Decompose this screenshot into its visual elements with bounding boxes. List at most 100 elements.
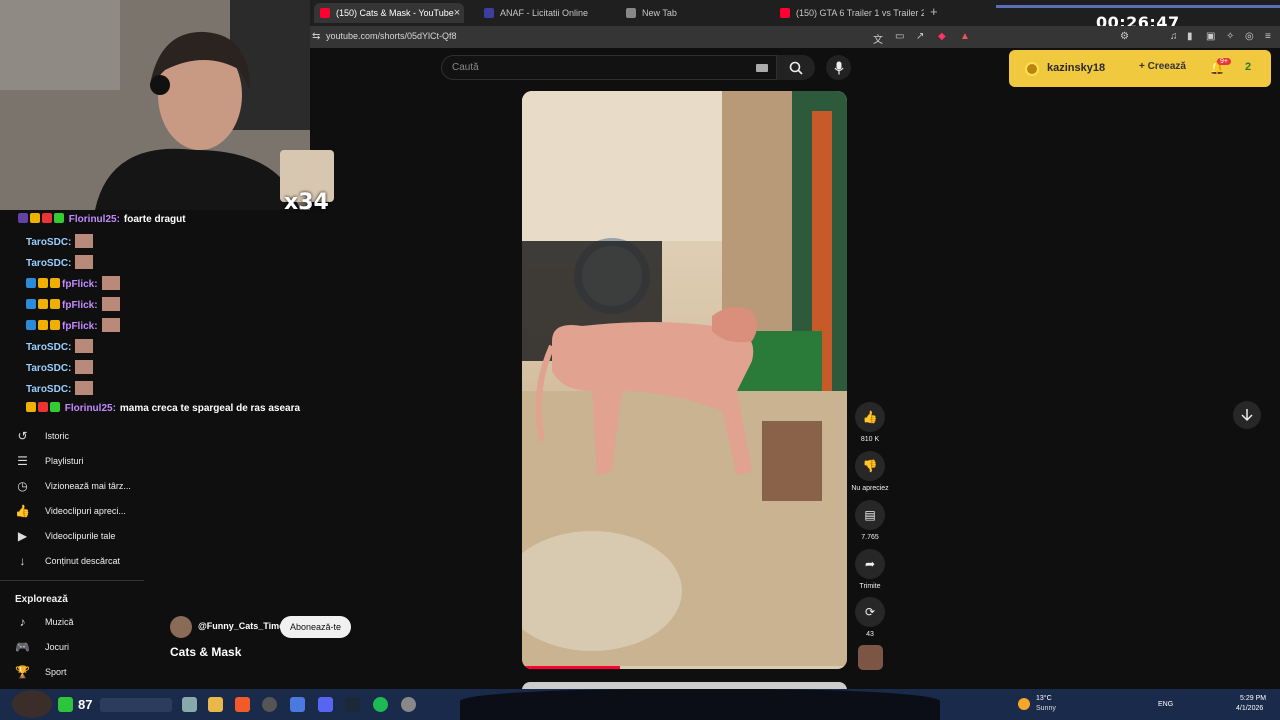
crown-icon xyxy=(30,213,40,223)
sidebar-item-playlists[interactable]: ☰ Playlisturi xyxy=(15,452,83,470)
tab-youtube-cats[interactable]: (150) Cats & Mask - YouTube × xyxy=(314,3,464,23)
new-tab-button[interactable]: + xyxy=(930,4,938,19)
chat-line: TaroSDC: xyxy=(26,381,94,395)
steam-icon[interactable] xyxy=(345,697,360,712)
badge-icon xyxy=(42,213,52,223)
share-page-icon[interactable]: ↗ xyxy=(916,31,924,42)
sidebar-toggle-icon[interactable]: ▮ xyxy=(1187,31,1193,42)
sidebar-item-downloads[interactable]: ↓ Conținut descărcat xyxy=(15,552,121,570)
chat-username[interactable]: TaroSDC: xyxy=(26,384,71,395)
voice-search-button[interactable] xyxy=(826,55,851,80)
store-icon[interactable] xyxy=(290,697,305,712)
keyboard-icon[interactable] xyxy=(756,64,768,72)
kick-icon[interactable] xyxy=(58,697,73,712)
like-button[interactable]: 👍 xyxy=(855,402,885,432)
user-account-pill[interactable]: kazinsky18 + Creează 🔔 9+ 2 xyxy=(1009,50,1271,87)
brave-shield-icon[interactable]: ◆ xyxy=(938,31,946,42)
file-explorer-icon[interactable] xyxy=(208,697,223,712)
like-action[interactable]: 👍 810 K xyxy=(855,402,885,443)
search-button[interactable] xyxy=(777,55,815,80)
sound-avatar[interactable] xyxy=(858,645,883,670)
video-title[interactable]: Cats & Mask xyxy=(170,645,241,659)
sidebar-item-your-videos[interactable]: ▶ Videoclipurile tale xyxy=(15,527,116,545)
task-view-icon[interactable] xyxy=(182,697,197,712)
chat-line: fpFlick: xyxy=(26,297,120,311)
channel-avatar[interactable] xyxy=(170,616,192,638)
address-bar[interactable]: ⇆ youtube.com/shorts/05dYlCt-Qf8 文 ▭ ↗ ◆… xyxy=(310,26,1280,48)
remix-action[interactable]: ⟳ 43 xyxy=(855,597,885,638)
next-short-button[interactable] xyxy=(1233,401,1261,429)
tab-youtube-gta[interactable]: (150) GTA 6 Trailer 1 vs Trailer 2 — H xyxy=(774,3,924,23)
remix-button[interactable]: ⟳ xyxy=(855,597,885,627)
clock-date[interactable]: 4/1/2026 xyxy=(1236,705,1263,712)
chat-username[interactable]: TaroSDC: xyxy=(26,342,71,353)
remix-count: 43 xyxy=(866,631,874,638)
obs-icon[interactable] xyxy=(262,697,277,712)
input-language[interactable]: ENG xyxy=(1158,701,1173,708)
menu-icon[interactable]: ≡ xyxy=(1265,31,1271,42)
sidebar-item-sport[interactable]: 🏆 Sport xyxy=(15,663,67,681)
discord-icon[interactable] xyxy=(318,697,333,712)
search-input[interactable]: Caută xyxy=(441,55,777,80)
sidebar-item-liked-videos[interactable]: 👍 Videoclipuri apreci... xyxy=(15,502,126,520)
tune-icon[interactable]: ⇆ xyxy=(312,31,320,42)
playlist-icon: ☰ xyxy=(17,454,28,468)
translate-icon[interactable]: 文 xyxy=(873,31,883,46)
dislike-button[interactable]: 👎 xyxy=(855,451,885,481)
search-placeholder: Caută xyxy=(452,62,479,73)
extension-icon[interactable]: ⚙ xyxy=(1120,31,1129,42)
create-button[interactable]: + Creează xyxy=(1139,61,1186,72)
sidebar-item-music[interactable]: ♪ Muzică xyxy=(15,613,74,631)
crown-icon xyxy=(38,278,48,288)
chat-username[interactable]: fpFlick: xyxy=(62,300,98,311)
taskbar-search[interactable] xyxy=(100,698,172,712)
channel-name[interactable]: @Funny_Cats_Time xyxy=(198,621,284,631)
chat-username[interactable]: fpFlick: xyxy=(62,321,98,332)
vpn-icon[interactable]: ◎ xyxy=(1245,31,1254,42)
sidebar-item-gaming[interactable]: 🎮 Jocuri xyxy=(15,638,69,656)
app-icon[interactable] xyxy=(401,697,416,712)
thumbs-up-icon: 👍 xyxy=(15,504,30,518)
badge-icon xyxy=(26,299,36,309)
chat-username[interactable]: Florinul25: xyxy=(65,403,116,414)
dislike-action[interactable]: 👎 Nu apreciez xyxy=(851,451,889,492)
comment-button[interactable]: ▤ xyxy=(855,500,885,530)
chat-username[interactable]: fpFlick: xyxy=(62,279,98,290)
url-text[interactable]: youtube.com/shorts/05dYlCt-Qf8 xyxy=(326,31,457,41)
sidebar-item-watch-later[interactable]: ◷ Vizionează mai târz... xyxy=(15,477,131,495)
cast-icon[interactable]: ▭ xyxy=(895,31,904,42)
sidebar-item-history[interactable]: ↺ Istoric xyxy=(15,427,69,445)
share-action[interactable]: ➦ Trimite xyxy=(855,549,885,590)
comment-action[interactable]: ▤ 7.765 xyxy=(855,500,885,541)
chat-username[interactable]: TaroSDC: xyxy=(26,363,71,374)
wallet-icon[interactable]: ▣ xyxy=(1206,31,1215,42)
clock-time[interactable]: 5:29 PM xyxy=(1240,695,1266,702)
spotify-icon[interactable] xyxy=(373,697,388,712)
sidebar-item-label: Vizionează mai târz... xyxy=(45,481,131,491)
trophy-icon: 🏆 xyxy=(15,665,30,679)
username: kazinsky18 xyxy=(1047,62,1106,74)
badge-icon xyxy=(50,320,60,330)
badge-icon xyxy=(50,278,60,288)
badge-icon xyxy=(26,320,36,330)
tab-new-tab[interactable]: New Tab xyxy=(620,3,770,23)
sidebar-item-label: Videoclipurile tale xyxy=(45,531,116,541)
short-video-player[interactable] xyxy=(522,91,847,669)
download-icon: ↓ xyxy=(19,554,26,568)
weather-temp[interactable]: 13°C xyxy=(1036,695,1052,702)
watch-later-icon: ◷ xyxy=(17,479,28,493)
weather-sun-icon xyxy=(1018,698,1030,710)
like-icon: 👍 xyxy=(862,410,878,424)
rewards-icon[interactable]: ▲ xyxy=(960,31,970,42)
close-icon[interactable]: × xyxy=(454,7,460,19)
weather-desc[interactable]: Sunny xyxy=(1036,705,1056,712)
music-ext-icon[interactable]: ♫ xyxy=(1170,31,1178,42)
brave-icon[interactable] xyxy=(235,697,250,712)
chat-username[interactable]: TaroSDC: xyxy=(26,237,71,248)
subscribe-button[interactable]: Abonează-te xyxy=(280,616,352,638)
chat-username[interactable]: Florinul25: xyxy=(69,214,120,225)
leo-icon[interactable]: ✧ xyxy=(1226,31,1234,42)
tab-anaf[interactable]: ANAF - Licitatii Online xyxy=(478,3,628,23)
share-button[interactable]: ➦ xyxy=(855,549,885,579)
chat-username[interactable]: TaroSDC: xyxy=(26,258,71,269)
